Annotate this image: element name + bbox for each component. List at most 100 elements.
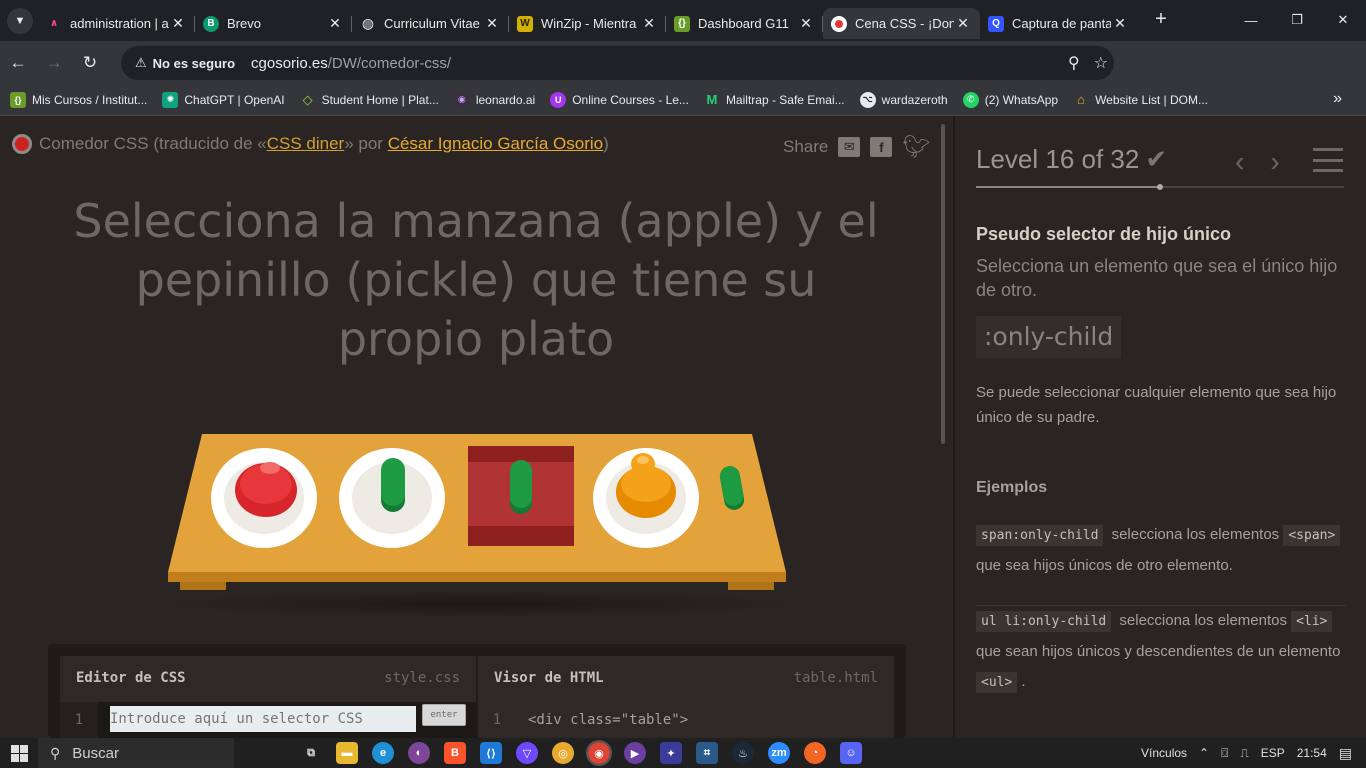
plate-orange[interactable]: [593, 448, 699, 548]
close-tab-icon[interactable]: ✕: [1111, 15, 1129, 32]
bento-pickle[interactable]: [468, 446, 574, 546]
bookmark-label: Student Home | Plat...: [321, 92, 439, 107]
forward-icon[interactable]: →: [36, 53, 72, 73]
example-text: selecciona los elementos: [1107, 526, 1284, 543]
vinculos-label[interactable]: Vínculos: [1141, 746, 1187, 760]
bookmark-platzi[interactable]: ◇ Student Home | Plat...: [300, 92, 439, 108]
tab-title: Dashboard G11: [698, 16, 789, 31]
url-text[interactable]: cgosorio.es/DW/comedor-css/: [251, 55, 451, 72]
bookmark-whatsapp[interactable]: ✆ (2) WhatsApp: [962, 91, 1058, 108]
email-icon[interactable]: ✉: [838, 137, 861, 157]
scrollbar[interactable]: [941, 124, 945, 444]
network-icon[interactable]: ⎍: [1240, 746, 1248, 761]
figma-icon[interactable]: ✦: [660, 742, 682, 764]
tab-title: Captura de panta: [1012, 16, 1111, 31]
address-bar[interactable]: ⚠ No es seguro cgosorio.es/DW/comedor-cs…: [121, 46, 1114, 80]
checkmark-icon: ✔: [1145, 144, 1168, 174]
camera-icon[interactable]: ⌼: [1221, 746, 1228, 761]
back-icon[interactable]: ←: [0, 53, 36, 73]
previous-level-icon[interactable]: ‹: [1235, 146, 1244, 178]
notifications-icon[interactable]: ▤: [1339, 745, 1352, 762]
editor-panel: Editor de CSS style.css 1 enter Visor de…: [48, 644, 906, 738]
bookmark-leonardo[interactable]: ◉ leonardo.ai: [453, 91, 535, 108]
zoom-icon[interactable]: ⚲: [1068, 53, 1080, 73]
language-label[interactable]: ESP: [1261, 746, 1285, 760]
tab-captura[interactable]: Q Captura de panta ✕: [980, 8, 1137, 39]
chatgpt-icon: ✺: [162, 91, 179, 108]
taskbar-search[interactable]: ⚲ Buscar: [38, 738, 234, 768]
orange-app-icon[interactable]: ◔: [804, 742, 826, 764]
bookmark-label: wardazeroth: [881, 92, 948, 107]
clock[interactable]: 21:54: [1297, 746, 1327, 760]
bookmark-cursos[interactable]: {} Mis Cursos / Institut...: [10, 91, 148, 108]
tor-icon[interactable]: ◐: [408, 742, 430, 764]
plate-apple[interactable]: [211, 448, 317, 548]
close-tab-icon[interactable]: ✕: [169, 15, 187, 32]
tab-curriculum[interactable]: ◍ Curriculum Vitae ✕: [352, 8, 509, 39]
close-window-icon[interactable]: ✕: [1320, 0, 1366, 40]
vscode-icon[interactable]: ⟨⟩: [480, 742, 502, 764]
example-code: ul li:only-child: [976, 611, 1112, 632]
tab-cena-css[interactable]: Cena CSS - ¡Don ✕: [823, 8, 980, 39]
more-bookmarks-icon[interactable]: »: [1333, 90, 1342, 108]
tab-dashboard[interactable]: {} Dashboard G11 ✕: [666, 8, 823, 39]
close-tab-icon[interactable]: ✕: [326, 15, 344, 32]
bookmark-star-icon[interactable]: ☆: [1094, 53, 1108, 73]
bookmark-github[interactable]: ⌥ wardazeroth: [859, 91, 948, 108]
cena-icon: [831, 15, 847, 32]
css-selector-input[interactable]: [110, 706, 416, 732]
tray-chevron-icon[interactable]: ⌃: [1199, 746, 1209, 760]
close-tab-icon[interactable]: ✕: [483, 15, 501, 32]
site-header: Comedor CSS (traducido de « CSS diner » …: [12, 134, 609, 154]
bookmarks-bar: {} Mis Cursos / Institut... ✺ ChatGPT | Op…: [0, 84, 1366, 116]
minimize-icon[interactable]: —: [1228, 0, 1274, 40]
task-view-icon[interactable]: ⧉: [300, 742, 322, 764]
tab-search-button[interactable]: ▼: [7, 7, 33, 34]
whatsapp-icon: ✆: [962, 91, 979, 108]
windows-icon: [10, 744, 28, 762]
bookmark-chatgpt[interactable]: ✺ ChatGPT | OpenAI: [162, 91, 285, 108]
tab-administration[interactable]: ∧ administration | a ✕: [38, 8, 195, 39]
start-button[interactable]: [0, 738, 38, 768]
enter-button[interactable]: enter: [422, 704, 466, 726]
bookmark-label: Mis Cursos / Institut...: [32, 92, 148, 107]
edge-icon[interactable]: e: [372, 742, 394, 764]
url-host: cgosorio.es: [251, 54, 328, 72]
bookmark-website-list[interactable]: ⌂ Website List | DOM...: [1073, 92, 1208, 108]
css-diner-link[interactable]: CSS diner: [267, 134, 344, 154]
chrome-icon[interactable]: ◉: [586, 740, 612, 766]
proton-vpn-icon[interactable]: ▽: [516, 742, 538, 764]
tab-brevo[interactable]: B Brevo ✕: [195, 8, 352, 39]
new-tab-button[interactable]: +: [1150, 8, 1172, 30]
restore-icon[interactable]: ❐: [1274, 0, 1320, 40]
example-code: <ul>: [976, 672, 1018, 693]
close-tab-icon[interactable]: ✕: [640, 15, 658, 32]
author-link[interactable]: César Ignacio García Osorio: [388, 134, 603, 154]
tab-winzip[interactable]: W WinZip - Mientra ✕: [509, 8, 666, 39]
twitter-icon[interactable]: 🐦︎: [902, 134, 930, 160]
chrome-canary-icon[interactable]: ◎: [552, 742, 574, 764]
brave-icon[interactable]: B: [444, 742, 466, 764]
close-tab-icon[interactable]: ✕: [954, 15, 972, 32]
media-player-icon[interactable]: ▶: [624, 742, 646, 764]
example-text: que sea hijos únicos de otro elemento.: [976, 557, 1233, 574]
css-input-line: 1 enter: [60, 702, 476, 738]
reload-icon[interactable]: ↻: [72, 53, 108, 73]
plate-pickle[interactable]: [339, 448, 445, 548]
zoom-app-icon[interactable]: zm: [768, 742, 790, 764]
examples-title: Ejemplos: [976, 479, 1048, 496]
discord-icon[interactable]: ☺: [840, 742, 862, 764]
close-tab-icon[interactable]: ✕: [797, 15, 815, 32]
level-progress-fill: [976, 184, 1163, 190]
file-explorer-icon[interactable]: ▬: [336, 742, 358, 764]
level-menu-icon[interactable]: [1313, 148, 1343, 172]
next-level-icon[interactable]: ›: [1270, 146, 1279, 178]
dinner-table: [160, 426, 800, 618]
example-2: ul li:only-child selecciona los elemento…: [976, 605, 1346, 698]
facebook-icon[interactable]: f: [870, 137, 893, 157]
steam-icon[interactable]: ♨: [732, 742, 754, 764]
security-chip[interactable]: ⚠ No es seguro: [127, 50, 245, 76]
bookmark-mailtrap[interactable]: M Mailtrap - Safe Emai...: [704, 92, 845, 108]
remote-desktop-icon[interactable]: ⌗: [696, 742, 718, 764]
bookmark-udemy[interactable]: U Online Courses - Le...: [550, 91, 689, 108]
